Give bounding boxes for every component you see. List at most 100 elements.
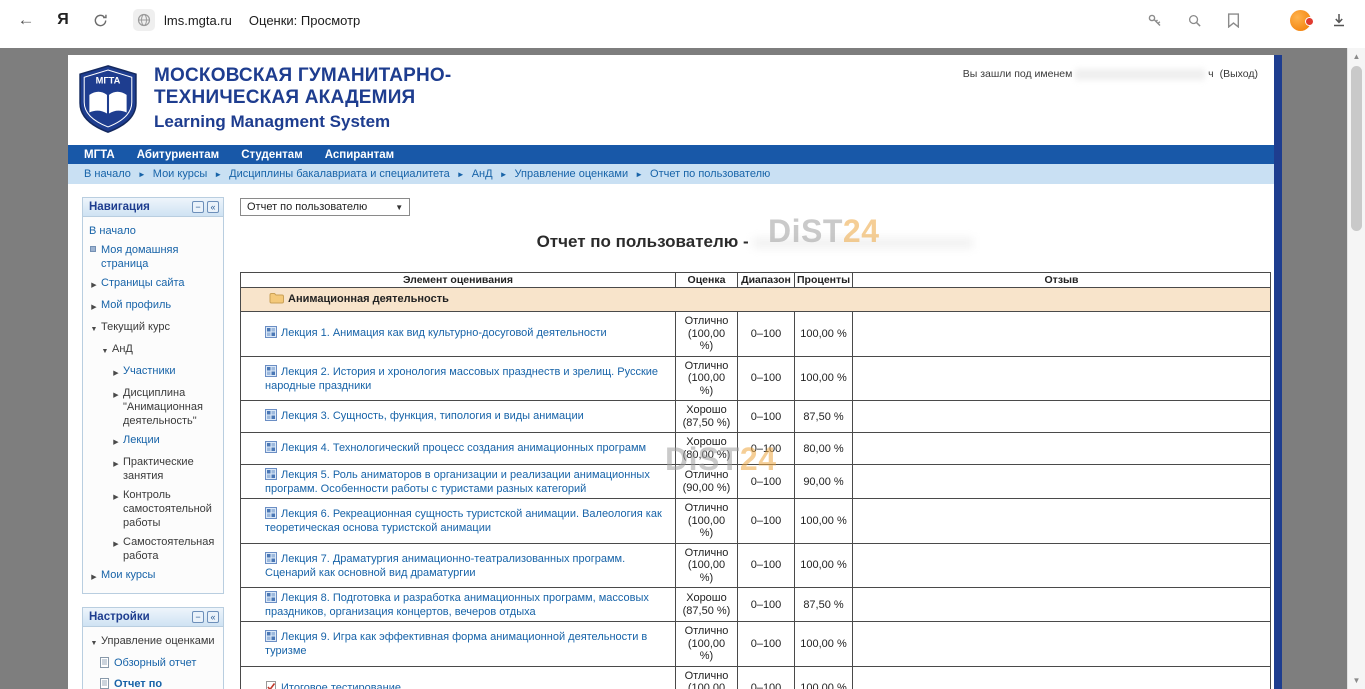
sidebar-item-label[interactable]: Отчет по пользователю xyxy=(114,677,219,689)
nav-item[interactable]: Аспирантам xyxy=(325,149,394,161)
grade-item-link[interactable]: Лекция 5. Роль аниматоров в организации … xyxy=(265,469,650,495)
sidebar-item-label[interactable]: Обзорный отчет xyxy=(114,656,219,670)
lms-page: МГТА МОСКОВСКАЯ ГУМАНИТАРНО- ТЕХНИЧЕСКАЯ… xyxy=(68,55,1274,689)
expand-icon[interactable]: ▶ xyxy=(89,568,99,585)
password-manager-icon[interactable] xyxy=(1143,8,1167,32)
settings-block-header: Настройки −« xyxy=(83,608,223,627)
sidebar-item: ▶Мой профиль xyxy=(87,295,220,317)
bookmark-icon[interactable] xyxy=(1221,8,1245,32)
yandex-browser-icon[interactable]: Я xyxy=(51,8,75,32)
feedback-cell xyxy=(853,356,1271,401)
report-type-select[interactable]: Отчет по пользователю ▼ xyxy=(240,198,410,216)
expand-icon[interactable]: ▶ xyxy=(111,455,121,472)
breadcrumb-separator-icon: ► xyxy=(500,170,508,179)
download-icon[interactable] xyxy=(1327,8,1351,32)
grade-item-link[interactable]: Лекция 8. Подготовка и разработка анимац… xyxy=(265,592,649,618)
expand-icon[interactable]: ▶ xyxy=(111,433,121,450)
scroll-down-icon[interactable]: ▼ xyxy=(1348,676,1365,685)
breadcrumb-link[interactable]: В начало xyxy=(84,168,131,180)
site-info-icon[interactable] xyxy=(133,9,155,31)
collapse-icon[interactable]: ▼ xyxy=(89,634,99,651)
site-header: МГТА МОСКОВСКАЯ ГУМАНИТАРНО- ТЕХНИЧЕСКАЯ… xyxy=(68,55,1274,145)
sidebar-item-label[interactable]: Лекции xyxy=(123,433,219,447)
sidebar-item: Моя домашняя страница xyxy=(87,240,220,273)
grade-item-link[interactable]: Итоговое тестирование xyxy=(281,682,401,689)
sidebar-item-label: Текущий курс xyxy=(101,320,219,334)
range-cell: 0–100 xyxy=(738,622,795,667)
settings-block: Настройки −« ▼Управление оценкамиОбзорны… xyxy=(82,607,224,689)
sidebar-item: ▶Участники xyxy=(87,361,220,383)
sidebar-item-label[interactable]: Мой профиль xyxy=(101,298,219,312)
browser-toolbar: ← Я lms.mgta.ru Оценки: Просмотр xyxy=(0,0,1365,40)
profile-avatar[interactable] xyxy=(1290,10,1311,31)
breadcrumb-link[interactable]: АнД xyxy=(472,168,493,180)
expand-icon[interactable]: ▶ xyxy=(111,535,121,552)
item-cell: Лекция 3. Сущность, функция, типология и… xyxy=(241,401,676,433)
sidebar-item-label[interactable]: Участники xyxy=(123,364,219,378)
expand-icon[interactable]: ▶ xyxy=(89,276,99,293)
breadcrumb-link[interactable]: Отчет по пользователю xyxy=(650,168,770,180)
hide-block-icon[interactable]: − xyxy=(192,611,204,623)
feedback-cell xyxy=(853,499,1271,544)
navigation-block-controls: −« xyxy=(189,201,219,213)
expand-icon[interactable]: ▶ xyxy=(89,298,99,315)
nav-item[interactable]: Студентам xyxy=(241,149,303,161)
dock-block-icon[interactable]: « xyxy=(207,611,219,623)
address-bar[interactable]: lms.mgta.ru Оценки: Просмотр xyxy=(133,9,360,31)
collapse-icon[interactable]: ▼ xyxy=(100,342,110,359)
redacted-student-name xyxy=(753,237,973,249)
grade-item-link[interactable]: Лекция 2. История и хронология массовых … xyxy=(265,366,658,392)
refresh-button[interactable] xyxy=(88,8,112,32)
site-title-line2: ТЕХНИЧЕСКАЯ АКАДЕМИЯ xyxy=(154,87,451,109)
scroll-up-icon[interactable]: ▲ xyxy=(1348,52,1365,61)
feedback-cell xyxy=(853,622,1271,667)
nav-item[interactable]: Абитуриентам xyxy=(137,149,219,161)
search-icon[interactable] xyxy=(1182,8,1206,32)
breadcrumb-link[interactable]: Управление оценками xyxy=(515,168,629,180)
breadcrumb-link[interactable]: Мои курсы xyxy=(153,168,207,180)
range-cell: 0–100 xyxy=(738,543,795,588)
expand-icon[interactable]: ▶ xyxy=(111,364,121,381)
item-cell: Лекция 5. Роль аниматоров в организации … xyxy=(241,465,676,499)
feedback-cell xyxy=(853,312,1271,357)
sidebar-item-label: Дисциплина "Анимационная деятельность" xyxy=(123,386,219,428)
sidebar-item-label[interactable]: Страницы сайта xyxy=(101,276,219,290)
chevron-down-icon: ▼ xyxy=(395,203,403,212)
back-button[interactable]: ← xyxy=(14,8,38,32)
expand-icon[interactable]: ▶ xyxy=(111,488,121,505)
logout-link[interactable]: (Выход) xyxy=(1220,68,1258,80)
table-header-row: Элемент оцениванияОценкаДиапазонПроценты… xyxy=(241,273,1271,288)
grade-item-link[interactable]: Лекция 1. Анимация как вид культурно-дос… xyxy=(281,327,607,339)
scrollbar-thumb[interactable] xyxy=(1351,66,1362,231)
feedback-cell xyxy=(853,666,1271,689)
item-cell: Итоговое тестирование xyxy=(241,666,676,689)
breadcrumb-link[interactable]: Дисциплины бакалавриата и специалитета xyxy=(229,168,450,180)
collapse-icon[interactable]: ▼ xyxy=(89,320,99,337)
grade-item-link[interactable]: Лекция 9. Игра как эффективная форма ани… xyxy=(265,631,647,657)
grade-cell: Отлично(100,00 %) xyxy=(676,666,738,689)
sidebar-item-label[interactable]: Мои курсы xyxy=(101,568,219,582)
grades-table-body: Элемент оцениванияОценкаДиапазонПроценты… xyxy=(241,273,1271,689)
dock-block-icon[interactable]: « xyxy=(207,201,219,213)
range-cell: 0–100 xyxy=(738,433,795,465)
hide-block-icon[interactable]: − xyxy=(192,201,204,213)
sidebar-item: ▼АнД xyxy=(87,339,220,361)
sidebar-item-label[interactable]: Моя домашняя страница xyxy=(101,243,219,271)
item-cell: Лекция 9. Игра как эффективная форма ани… xyxy=(241,622,676,667)
sidebar-item: В начало xyxy=(87,221,220,240)
percent-cell: 100,00 % xyxy=(795,499,853,544)
sidebar-item-label[interactable]: В начало xyxy=(89,224,219,238)
percent-cell: 87,50 % xyxy=(795,588,853,622)
lesson-icon xyxy=(265,507,277,522)
grade-item-link[interactable]: Лекция 7. Драматургия анимационно-театра… xyxy=(265,553,625,579)
grade-item-link[interactable]: Лекция 4. Технологический процесс создан… xyxy=(281,442,646,454)
expand-icon[interactable]: ▶ xyxy=(111,386,121,403)
grade-item-link[interactable]: Лекция 3. Сущность, функция, типология и… xyxy=(281,410,584,422)
breadcrumb-separator-icon: ► xyxy=(138,170,146,179)
grade-item-link[interactable]: Лекция 6. Рекреационная сущность туристс… xyxy=(265,508,662,534)
sidebar-item: ▼Текущий курс xyxy=(87,317,220,339)
svg-text:МГТА: МГТА xyxy=(96,75,121,85)
breadcrumb-separator-icon: ► xyxy=(457,170,465,179)
nav-item[interactable]: МГТА xyxy=(84,149,115,161)
scrollbar[interactable]: ▲ ▼ xyxy=(1347,48,1365,689)
